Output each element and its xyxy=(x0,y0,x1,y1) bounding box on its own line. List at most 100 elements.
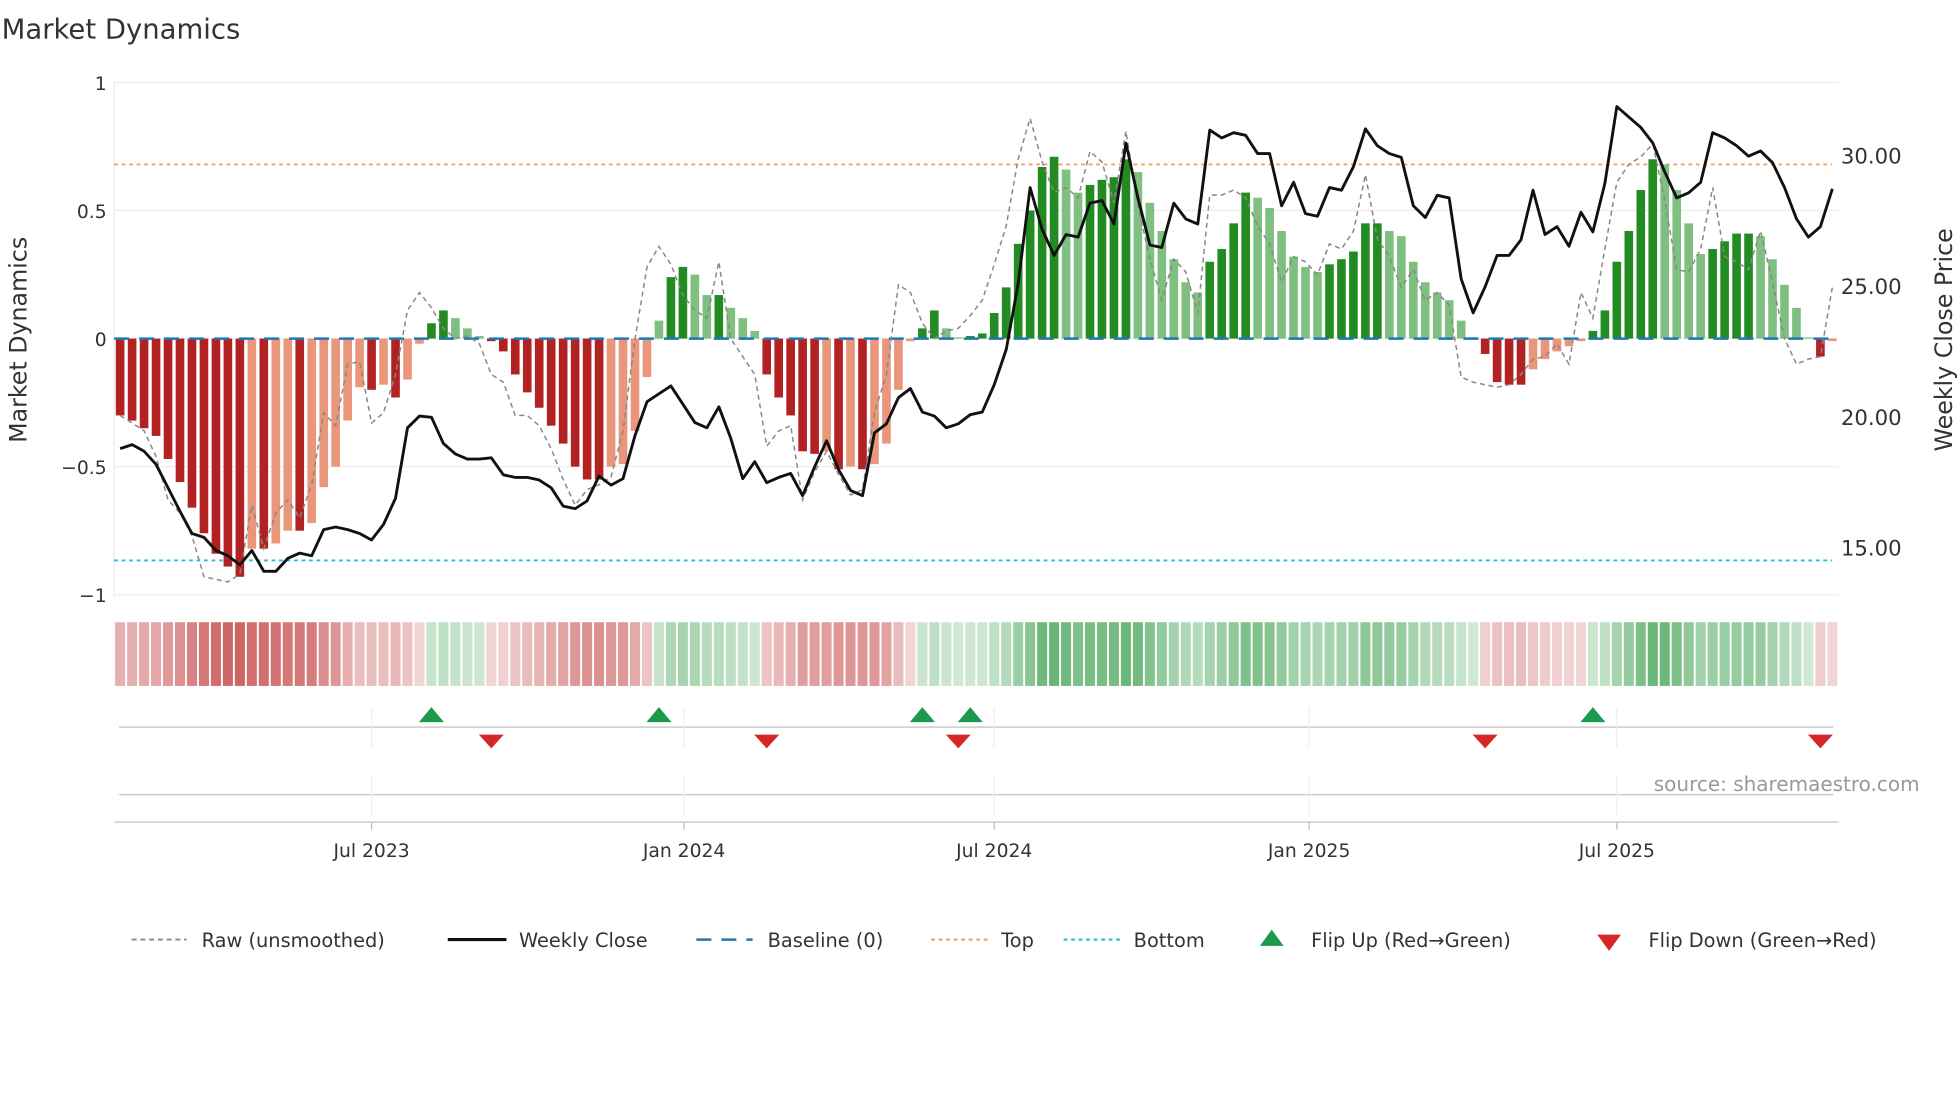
market-dynamics-bar xyxy=(1349,251,1358,339)
regime-band-cell xyxy=(1204,622,1215,686)
regime-band-cell xyxy=(1480,622,1491,686)
market-dynamics-bar xyxy=(774,338,783,398)
regime-band-cell xyxy=(498,622,509,686)
regime-band-cell xyxy=(1132,622,1143,686)
x-tick-label: Jul 2023 xyxy=(332,841,409,862)
market-dynamics-bar xyxy=(1229,223,1238,339)
market-dynamics-bar xyxy=(283,338,293,531)
regime-band-cell xyxy=(486,622,497,686)
regime-band-cell xyxy=(689,622,700,686)
regime-band-cell xyxy=(701,622,712,686)
regime-band-cell xyxy=(1288,622,1299,686)
market-dynamics-bar xyxy=(1780,284,1789,339)
regime-band-cell xyxy=(570,622,581,686)
market-dynamics-bar xyxy=(1301,266,1310,339)
market-dynamics-bar xyxy=(427,323,436,339)
regime-band-cell xyxy=(270,622,281,686)
regime-band-cell xyxy=(1120,622,1131,686)
regime-band-cell xyxy=(1492,622,1503,686)
regime-band-cell xyxy=(1396,622,1407,686)
market-dynamics-bar xyxy=(379,338,388,385)
regime-band-cell xyxy=(1468,622,1479,686)
regime-band-cell xyxy=(1791,622,1802,686)
market-dynamics-bar xyxy=(1217,248,1227,339)
regime-band-cell xyxy=(174,622,186,686)
regime-band-cell xyxy=(1324,622,1335,686)
regime-band-cell xyxy=(1444,622,1455,686)
regime-band-cell xyxy=(1587,622,1598,686)
regime-band-cell xyxy=(594,622,605,686)
market-dynamics-bar xyxy=(127,338,137,421)
regime-band-cell xyxy=(677,622,688,686)
market-dynamics-bar xyxy=(582,338,592,480)
market-dynamics-bar xyxy=(522,338,532,393)
regime-band-cell xyxy=(474,622,485,686)
regime-band-cell xyxy=(222,622,233,686)
market-dynamics-bar xyxy=(786,338,795,416)
regime-band-cell xyxy=(1216,622,1227,686)
market-dynamics-bar xyxy=(1253,197,1262,339)
regime-band-cell xyxy=(1539,622,1551,686)
regime-band-cell xyxy=(1037,622,1048,686)
market-dynamics-bar xyxy=(1708,248,1717,339)
regime-band-cell xyxy=(1456,622,1467,686)
regime-band-cell xyxy=(1372,622,1383,686)
regime-band-cell xyxy=(1228,622,1239,686)
market-dynamics-bar xyxy=(1552,338,1562,352)
y2-tick-label: 15.00 xyxy=(1841,536,1902,561)
market-dynamics-bar xyxy=(367,338,376,390)
regime-band-cell xyxy=(402,622,413,686)
market-dynamics-bar xyxy=(762,338,772,375)
regime-band-cell xyxy=(1767,622,1778,686)
market-dynamics-bar xyxy=(1456,320,1466,339)
market-dynamics-bar xyxy=(654,320,664,339)
market-dynamics-bar xyxy=(1373,223,1382,339)
legend-bottom-label: Bottom xyxy=(1134,929,1205,952)
regime-band-cell xyxy=(641,622,653,686)
market-dynamics-bar xyxy=(989,312,999,339)
regime-band-cell xyxy=(1084,622,1096,686)
regime-band-cell xyxy=(761,622,772,686)
regime-band-cell xyxy=(354,622,365,686)
market-dynamics-bar xyxy=(630,338,640,431)
market-dynamics-bar xyxy=(175,338,185,483)
regime-band-cell xyxy=(210,622,221,686)
market-dynamics-bar xyxy=(1313,272,1322,339)
regime-band-cell xyxy=(186,622,198,686)
y-tick-label: −0.5 xyxy=(61,458,107,479)
market-dynamics-bar xyxy=(1121,159,1131,339)
market-dynamics-bar xyxy=(1277,231,1286,339)
regime-band-cell xyxy=(869,622,880,686)
regime-band-cell xyxy=(342,622,353,686)
market-dynamics-bar xyxy=(1540,338,1550,360)
market-dynamics-bar xyxy=(403,338,412,380)
market-dynamics-bar xyxy=(187,338,197,508)
regime-band-cell xyxy=(1144,622,1155,686)
regime-band-cell xyxy=(1336,622,1347,686)
regime-band-cell xyxy=(929,622,940,686)
market-dynamics-bar xyxy=(1361,223,1370,339)
market-dynamics-bar xyxy=(1684,223,1693,339)
regime-band-cell xyxy=(1061,622,1072,686)
market-dynamics-bar xyxy=(1804,337,1813,339)
regime-band-cell xyxy=(366,622,377,686)
market-dynamics-bar xyxy=(726,307,736,339)
regime-band-cell xyxy=(941,622,952,686)
regime-band-cell xyxy=(1659,622,1670,686)
market-dynamics-bar xyxy=(594,338,604,480)
y-tick-label: 0 xyxy=(95,330,107,351)
y2-axis-ticks: 30.00 25.00 20.00 15.00 xyxy=(1841,145,1902,562)
market-dynamics-bar xyxy=(1205,261,1215,339)
market-dynamics-bar xyxy=(1145,202,1155,339)
regime-band-cell xyxy=(797,622,808,686)
regime-band-cell xyxy=(1013,622,1024,686)
market-dynamics-bar xyxy=(1420,282,1430,339)
regime-band-cell xyxy=(318,622,329,686)
legend-baseline-label: Baseline (0) xyxy=(768,929,884,952)
market-dynamics-bar xyxy=(1732,233,1741,339)
market-dynamics-bar xyxy=(546,338,556,426)
regime-band-cell xyxy=(1360,622,1371,686)
flip-down-marker xyxy=(1472,734,1498,749)
market-dynamics-bar xyxy=(1792,307,1801,339)
regime-band-cell xyxy=(558,622,569,686)
